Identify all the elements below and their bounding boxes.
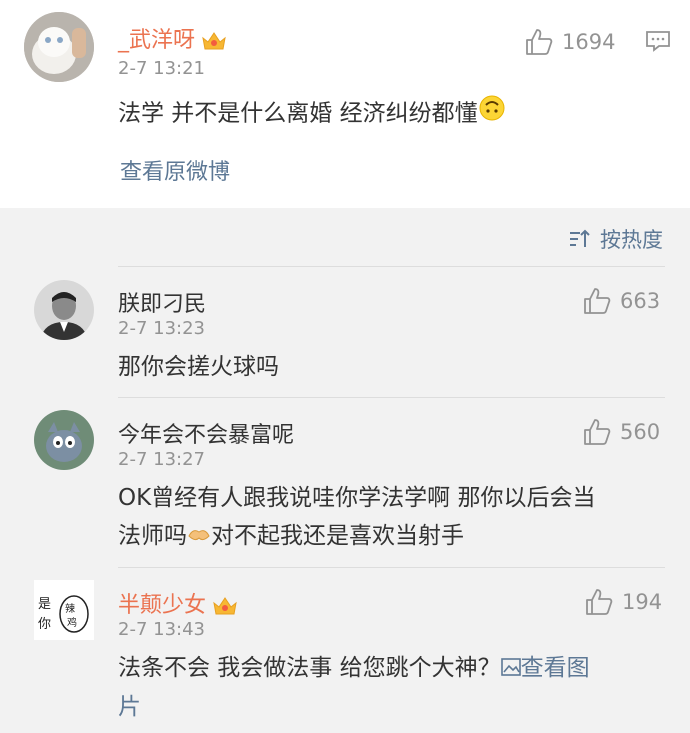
view-image-link-continued[interactable]: 片 [118, 688, 668, 726]
comment-text: OK曾经有人跟我说哇你学法学啊 那你以后会当 法师吗 对不起我还是喜欢当射手 [118, 479, 668, 556]
username[interactable]: 今年会不会暴富呢 [118, 417, 294, 449]
thumbs-up-icon [584, 288, 611, 314]
comment-text: 法条不会 我会做法事 给您跳个大神？ 查看图 片 [118, 649, 668, 726]
username[interactable]: 半颠少女 [118, 587, 238, 619]
sort-icon [570, 229, 590, 247]
comment-time: 2-7 13:43 [118, 619, 205, 640]
cat-avatar-image [24, 12, 94, 82]
svg-text:鸡: 鸡 [67, 616, 77, 629]
svg-text:你: 你 [38, 617, 51, 632]
avatar[interactable] [34, 410, 94, 470]
username[interactable]: 朕即刁民 [118, 286, 206, 318]
vip-crown-icon [201, 30, 227, 52]
username-text[interactable]: 半颠少女 [118, 593, 206, 618]
man-avatar-image [34, 280, 94, 340]
divider [118, 266, 665, 267]
like-button[interactable]: 1694 [524, 27, 615, 57]
like-button[interactable]: 663 [582, 286, 660, 316]
svg-text:辣: 辣 [65, 602, 75, 615]
comment-time: 2-7 13:27 [118, 449, 205, 470]
view-image-link[interactable]: 查看图 [500, 655, 590, 681]
upside-down-face-emoji-icon [478, 94, 506, 134]
like-count: 194 [622, 590, 663, 614]
comment-text-part: 法师吗 [118, 523, 187, 549]
post-text: 法学 并不是什么离婚 经济纠纷都懂 [118, 94, 506, 134]
cartoon-cat-avatar-image [34, 410, 94, 470]
view-original-link[interactable]: 查看原微博 [120, 154, 230, 186]
thumbs-up-icon [586, 589, 613, 615]
avatar[interactable] [24, 12, 94, 82]
username[interactable]: _武洋呀 [118, 22, 227, 54]
avatar[interactable] [34, 280, 94, 340]
like-button[interactable]: 560 [582, 417, 660, 447]
comment-text-part: 法条不会 我会做法事 给您跳个大神？ [118, 655, 501, 681]
comment-text-part: 对不起我还是喜欢当射手 [211, 523, 464, 549]
divider [118, 397, 665, 398]
post-text-content: 法学 并不是什么离婚 经济纠纷都懂 [118, 100, 478, 127]
like-count: 560 [620, 420, 661, 444]
meme-avatar-image: 是你 辣鸡 [34, 580, 94, 640]
vip-crown-icon [212, 595, 238, 617]
sort-by-hot[interactable]: 按热度 [568, 224, 663, 254]
comment-text-line: 法条不会 我会做法事 给您跳个大神？ 查看图 [118, 649, 668, 688]
like-count: 1694 [562, 30, 616, 54]
comment-text-line: 法师吗 对不起我还是喜欢当射手 [118, 517, 668, 556]
view-image-text[interactable]: 查看图 [521, 655, 590, 681]
svg-text:是: 是 [38, 597, 51, 612]
handshake-emoji-icon [187, 518, 211, 556]
like-count: 663 [620, 289, 661, 313]
comment-text-line: OK曾经有人跟我说哇你学法学啊 那你以后会当 [118, 485, 596, 511]
main-post: _武洋呀 2-7 13:21 1694 法学 并不是什么离婚 经济纠纷都懂 查看… [0, 0, 690, 208]
sort-label: 按热度 [600, 228, 663, 252]
avatar[interactable]: 是你 辣鸡 [34, 580, 94, 640]
image-icon [500, 650, 521, 688]
comment-text: 那你会搓火球吗 [118, 354, 279, 380]
username-text[interactable]: _武洋呀 [118, 28, 195, 53]
post-time: 2-7 13:21 [118, 58, 205, 79]
comment-time: 2-7 13:23 [118, 318, 205, 339]
comment-icon[interactable] [645, 30, 671, 56]
like-button[interactable]: 194 [584, 587, 662, 617]
divider [118, 567, 665, 568]
thumbs-up-icon [584, 419, 611, 445]
thumbs-up-icon [526, 29, 553, 55]
